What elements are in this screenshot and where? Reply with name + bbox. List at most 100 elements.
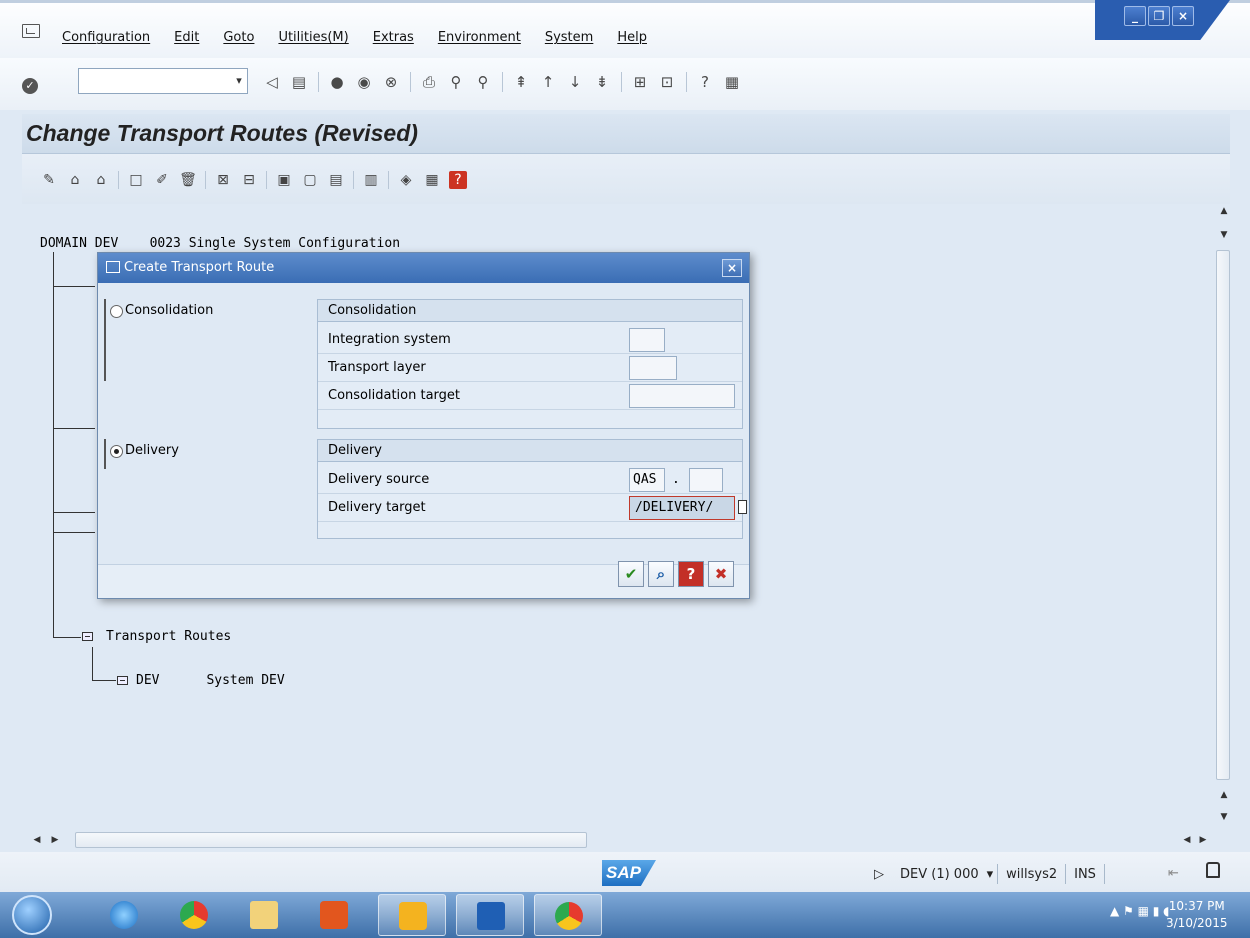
toolbar-separator: [388, 171, 389, 189]
menu-environment[interactable]: Environment: [438, 30, 521, 45]
delivery-source-client-input[interactable]: [689, 468, 723, 492]
route-icon[interactable]: ▢: [301, 171, 319, 189]
taskbar-chrome[interactable]: [160, 894, 228, 936]
last-page-icon[interactable]: ⇟: [592, 72, 612, 92]
horizontal-scroll-thumb[interactable]: [75, 832, 587, 848]
scroll-up-icon[interactable]: ▲: [1217, 206, 1231, 216]
expand-icon[interactable]: ⊠: [214, 171, 232, 189]
collapse-icon[interactable]: ⊟: [240, 171, 258, 189]
delivery-radio[interactable]: [110, 445, 123, 458]
list-icon[interactable]: ▦: [423, 171, 441, 189]
scroll-left-icon[interactable]: ◀: [30, 835, 44, 845]
print-icon[interactable]: ⎙: [419, 72, 439, 92]
distribute-icon[interactable]: ⌂: [66, 171, 84, 189]
status-mode[interactable]: INS: [1066, 867, 1104, 882]
next-page-icon[interactable]: ↓: [565, 72, 585, 92]
taskbar-explorer[interactable]: [230, 894, 298, 936]
tree-branch: [104, 299, 106, 381]
customize-layout-icon[interactable]: ▦: [722, 72, 742, 92]
display-change-icon[interactable]: ✎: [40, 171, 58, 189]
menu-goto[interactable]: Goto: [223, 30, 254, 45]
version-icon[interactable]: ◈: [397, 171, 415, 189]
application-toolbar-icons: ✎ ⌂ ⌂ □ ✐ 🗑 ⊠ ⊟ ▣ ▢ ▤ ▥ ◈ ▦ ?: [40, 171, 475, 189]
help-red-icon[interactable]: ?: [449, 171, 467, 189]
delete-icon[interactable]: 🗑: [179, 171, 197, 189]
folder-icon[interactable]: [117, 676, 128, 685]
system-tray[interactable]: ▲ ⚑ ▦ ▮ ◖: [1110, 904, 1170, 918]
dialog-close-button[interactable]: ×: [722, 259, 742, 277]
search-button[interactable]: ⌕: [648, 561, 674, 587]
status-dropdown-icon[interactable]: ▾: [987, 867, 998, 882]
folder-icon[interactable]: [82, 632, 93, 641]
scroll-up-icon[interactable]: ▲: [1217, 790, 1231, 800]
cancel-icon[interactable]: ⊗: [381, 72, 401, 92]
taskbar-chrome-2[interactable]: [534, 894, 602, 936]
taskbar-sap[interactable]: [378, 894, 446, 936]
shortcut-icon[interactable]: ⊡: [657, 72, 677, 92]
menu-system[interactable]: System: [545, 30, 593, 45]
status-expand-icon[interactable]: ▷: [866, 867, 892, 882]
tree-branch: [92, 647, 93, 681]
taskbar-clock[interactable]: 10:37 PM 3/10/2015: [1166, 898, 1228, 932]
help-icon[interactable]: ?: [695, 72, 715, 92]
taskbar-ie[interactable]: [90, 894, 158, 936]
back-icon[interactable]: ●: [327, 72, 347, 92]
scroll-down-icon[interactable]: ▼: [1217, 230, 1231, 240]
start-button[interactable]: [12, 895, 52, 935]
taskbar-media[interactable]: [300, 894, 368, 936]
exit-icon[interactable]: ◉: [354, 72, 374, 92]
transport-layer-input[interactable]: [629, 356, 677, 380]
create-transport-route-dialog: Create Transport Route × Consolidation D…: [97, 252, 750, 599]
layer-icon[interactable]: ▣: [275, 171, 293, 189]
menu-configuration[interactable]: Configuration: [62, 30, 150, 45]
help-button[interactable]: ?: [678, 561, 704, 587]
menu-window-icon[interactable]: [22, 24, 40, 38]
previous-page-icon[interactable]: ↑: [538, 72, 558, 92]
menu-edit[interactable]: Edit: [174, 30, 199, 45]
tree-transport-routes[interactable]: Transport Routes: [106, 629, 231, 644]
scroll-left-icon[interactable]: ◀: [1180, 835, 1194, 845]
ok-button[interactable]: ✔: [618, 561, 644, 587]
dialog-title: Create Transport Route: [98, 253, 749, 283]
scroll-right-icon[interactable]: ▶: [1196, 835, 1210, 845]
lock-icon[interactable]: [1206, 862, 1220, 878]
activate-icon[interactable]: ⌂: [92, 171, 110, 189]
enter-check-icon[interactable]: ✓: [22, 78, 38, 94]
command-field[interactable]: [78, 68, 248, 94]
restore-button[interactable]: ❐: [1148, 6, 1170, 26]
system-toolbar-icons: ◁ ▤ ● ◉ ⊗ ⎙ ⚲ ⚲ ⇞ ↑ ↓ ⇟ ⊞ ⊡ ? ▦: [262, 72, 749, 92]
minimize-button[interactable]: _: [1124, 6, 1146, 26]
consolidation-radio[interactable]: [110, 305, 123, 318]
change-icon[interactable]: ✐: [153, 171, 171, 189]
command-dropdown-icon[interactable]: ▾: [230, 70, 248, 92]
value-help-icon[interactable]: [738, 500, 747, 514]
menu-extras[interactable]: Extras: [373, 30, 414, 45]
standard-config-icon[interactable]: ▤: [327, 171, 345, 189]
cancel-button[interactable]: ✖: [708, 561, 734, 587]
integration-system-input[interactable]: [629, 328, 665, 352]
save-icon[interactable]: ▤: [289, 72, 309, 92]
delivery-radio-label[interactable]: Delivery: [125, 443, 179, 458]
consolidation-target-input[interactable]: [629, 384, 735, 408]
vertical-scroll-thumb[interactable]: [1216, 250, 1230, 780]
tree-dev-node[interactable]: DEV System DEV: [136, 673, 285, 688]
create-session-icon[interactable]: ⊞: [630, 72, 650, 92]
first-page-icon[interactable]: ⇞: [511, 72, 531, 92]
status-separator: [1103, 864, 1105, 884]
menu-help[interactable]: Help: [617, 30, 647, 45]
find-next-icon[interactable]: ⚲: [473, 72, 493, 92]
scroll-down-icon[interactable]: ▼: [1217, 812, 1231, 822]
taskbar-word[interactable]: [456, 894, 524, 936]
find-icon[interactable]: ⚲: [446, 72, 466, 92]
create-icon[interactable]: □: [127, 171, 145, 189]
consolidation-radio-label[interactable]: Consolidation: [125, 303, 213, 318]
ie-icon: [110, 901, 138, 929]
graphical-editor-icon[interactable]: ▥: [362, 171, 380, 189]
menu-utilities[interactable]: Utilities(M): [278, 30, 348, 45]
status-system[interactable]: DEV (1) 000: [892, 867, 987, 882]
back-arrow-icon[interactable]: ◁: [262, 72, 282, 92]
scroll-right-icon[interactable]: ▶: [48, 835, 62, 845]
window-close-button[interactable]: ×: [1172, 6, 1194, 26]
delivery-source-separator: .: [672, 472, 680, 487]
layout-icon[interactable]: ⇤: [1168, 866, 1179, 881]
